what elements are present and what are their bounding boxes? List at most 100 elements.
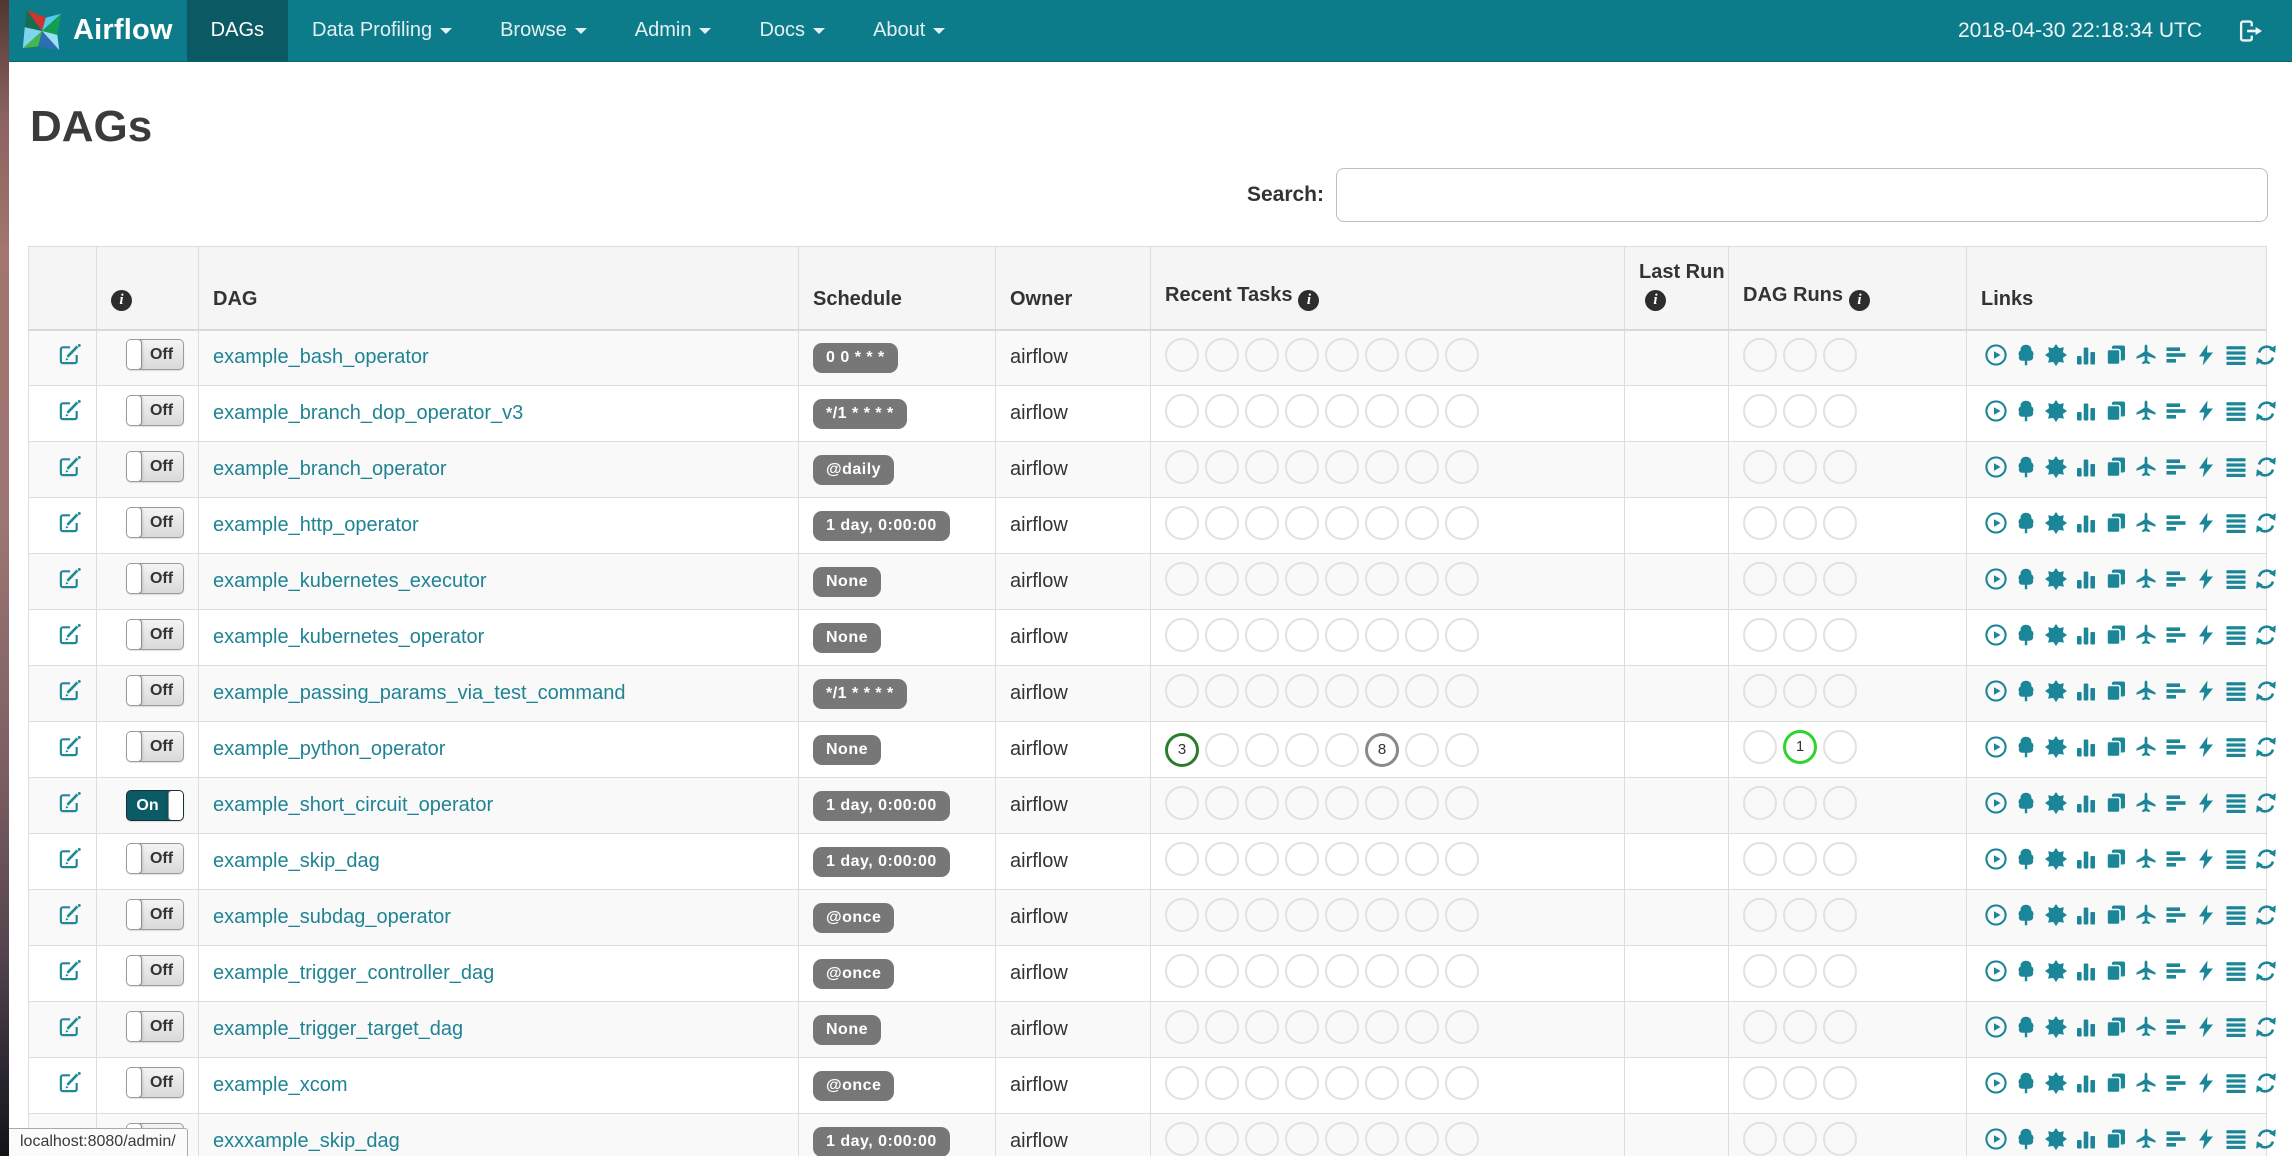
task-duration-icon[interactable] (2074, 959, 2098, 983)
logs-icon[interactable] (2224, 511, 2248, 535)
graph-view-icon[interactable] (2044, 511, 2068, 535)
tree-view-icon[interactable] (2014, 959, 2038, 983)
task-duration-icon[interactable] (2074, 847, 2098, 871)
logs-icon[interactable] (2224, 903, 2248, 927)
task-state-circle[interactable] (1285, 337, 1319, 372)
gantt-view-icon[interactable] (2164, 959, 2188, 983)
task-duration-icon[interactable] (2074, 511, 2098, 535)
task-state-circle[interactable] (1405, 617, 1439, 652)
task-state-circle[interactable] (1285, 1009, 1319, 1044)
dag-link[interactable]: example_branch_dop_operator_v3 (213, 402, 523, 424)
dag-run-state-circle[interactable] (1743, 897, 1777, 932)
task-state-circle[interactable] (1405, 673, 1439, 708)
landing-times-icon[interactable] (2134, 399, 2158, 423)
task-state-circle[interactable] (1165, 393, 1199, 428)
tree-view-icon[interactable] (2014, 1127, 2038, 1151)
task-state-circle[interactable] (1245, 393, 1279, 428)
dag-run-state-circle[interactable] (1783, 953, 1817, 988)
gantt-view-icon[interactable] (2164, 1071, 2188, 1095)
trigger-dag-icon[interactable] (1984, 679, 2008, 703)
trigger-dag-icon[interactable] (1984, 343, 2008, 367)
task-state-circle[interactable] (1165, 1009, 1199, 1044)
task-tries-icon[interactable] (2104, 791, 2128, 815)
edit-dag-button[interactable] (58, 1071, 81, 1094)
dag-pause-toggle[interactable]: On (125, 790, 184, 821)
brand-link[interactable]: Airflow (9, 0, 187, 61)
logs-icon[interactable] (2224, 623, 2248, 647)
task-state-circle[interactable] (1205, 1065, 1239, 1100)
gantt-view-icon[interactable] (2164, 399, 2188, 423)
task-state-circle[interactable] (1165, 337, 1199, 372)
task-tries-icon[interactable] (2104, 455, 2128, 479)
landing-times-icon[interactable] (2134, 455, 2158, 479)
logs-icon[interactable] (2224, 1071, 2248, 1095)
task-duration-icon[interactable] (2074, 1071, 2098, 1095)
task-state-circle[interactable] (1405, 337, 1439, 372)
task-state-circle[interactable] (1405, 897, 1439, 932)
dag-pause-toggle[interactable]: Off (125, 955, 184, 986)
task-state-circle[interactable] (1165, 505, 1199, 540)
refresh-icon[interactable] (2254, 903, 2278, 927)
task-state-circle[interactable] (1325, 785, 1359, 820)
trigger-dag-icon[interactable] (1984, 567, 2008, 591)
dag-link[interactable]: example_kubernetes_executor (213, 570, 487, 592)
task-tries-icon[interactable] (2104, 399, 2128, 423)
refresh-icon[interactable] (2254, 1127, 2278, 1151)
task-duration-icon[interactable] (2074, 903, 2098, 927)
tree-view-icon[interactable] (2014, 511, 2038, 535)
task-state-circle[interactable] (1285, 1065, 1319, 1100)
trigger-dag-icon[interactable] (1984, 959, 2008, 983)
dag-run-state-circle[interactable] (1823, 1009, 1857, 1044)
landing-times-icon[interactable] (2134, 959, 2158, 983)
trigger-dag-icon[interactable] (1984, 903, 2008, 927)
task-state-circle[interactable] (1285, 953, 1319, 988)
graph-view-icon[interactable] (2044, 959, 2068, 983)
edit-dag-button[interactable] (58, 959, 81, 982)
task-state-circle[interactable] (1325, 337, 1359, 372)
gantt-view-icon[interactable] (2164, 343, 2188, 367)
logs-icon[interactable] (2224, 791, 2248, 815)
task-state-circle[interactable] (1205, 561, 1239, 596)
task-state-circle[interactable] (1445, 785, 1479, 820)
code-view-icon[interactable] (2194, 1015, 2218, 1039)
task-state-circle[interactable] (1365, 561, 1399, 596)
landing-times-icon[interactable] (2134, 1071, 2158, 1095)
task-duration-icon[interactable] (2074, 679, 2098, 703)
gantt-view-icon[interactable] (2164, 735, 2188, 759)
task-state-circle[interactable] (1245, 1009, 1279, 1044)
dag-run-state-circle[interactable] (1823, 841, 1857, 876)
edit-dag-button[interactable] (58, 343, 81, 366)
gantt-view-icon[interactable] (2164, 567, 2188, 591)
task-state-circle[interactable] (1165, 953, 1199, 988)
task-state-circle[interactable] (1205, 505, 1239, 540)
dag-run-state-circle[interactable] (1823, 785, 1857, 820)
task-state-circle[interactable] (1325, 505, 1359, 540)
edit-dag-button[interactable] (58, 567, 81, 590)
task-state-circle[interactable] (1325, 449, 1359, 484)
task-state-circle[interactable] (1445, 1009, 1479, 1044)
task-tries-icon[interactable] (2104, 1015, 2128, 1039)
tree-view-icon[interactable] (2014, 903, 2038, 927)
dag-run-state-circle[interactable] (1783, 673, 1817, 708)
task-state-circle[interactable] (1325, 617, 1359, 652)
task-state-circle[interactable] (1405, 505, 1439, 540)
dag-link[interactable]: example_python_operator (213, 738, 445, 760)
task-state-circle[interactable] (1365, 505, 1399, 540)
dag-link[interactable]: exxxample_skip_dag (213, 1130, 400, 1152)
task-state-circle[interactable] (1445, 449, 1479, 484)
dag-run-state-circle[interactable] (1743, 393, 1777, 428)
task-state-circle[interactable]: 8 (1365, 732, 1399, 767)
dag-pause-toggle[interactable]: Off (125, 395, 184, 426)
dag-run-state-circle[interactable] (1783, 505, 1817, 540)
code-view-icon[interactable] (2194, 567, 2218, 591)
landing-times-icon[interactable] (2134, 735, 2158, 759)
dag-run-state-circle[interactable] (1783, 897, 1817, 932)
edit-dag-button[interactable] (58, 847, 81, 870)
task-state-circle[interactable] (1285, 673, 1319, 708)
tree-view-icon[interactable] (2014, 343, 2038, 367)
task-state-circle[interactable] (1365, 1121, 1399, 1156)
dag-run-state-circle[interactable] (1783, 841, 1817, 876)
trigger-dag-icon[interactable] (1984, 455, 2008, 479)
task-state-circle[interactable] (1445, 1065, 1479, 1100)
dag-pause-toggle[interactable]: Off (125, 451, 184, 482)
